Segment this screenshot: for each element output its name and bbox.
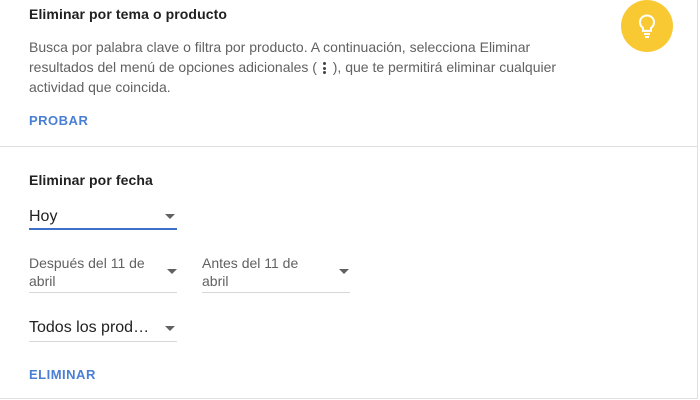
delete-by-topic-section: Eliminar por tema o producto Busca por p… <box>0 0 697 147</box>
before-date-value: Antes del 11 de abril <box>202 255 299 289</box>
after-date-select[interactable]: Después del 11 de abril <box>29 254 177 293</box>
product-select[interactable]: Todos los prod… <box>29 317 177 342</box>
chevron-down-icon <box>165 214 175 219</box>
chevron-down-icon <box>165 326 175 331</box>
try-button[interactable]: PROBAR <box>29 113 88 128</box>
date-range-value: Hoy <box>29 208 58 225</box>
delete-by-topic-description: Busca por palabra clave o filtra por pro… <box>29 37 589 97</box>
after-date-value: Después del 11 de abril <box>29 255 145 289</box>
date-range-select[interactable]: Hoy <box>29 206 177 230</box>
lightbulb-icon <box>621 0 673 52</box>
delete-button[interactable]: ELIMINAR <box>29 367 96 382</box>
more-vert-icon <box>322 61 327 76</box>
delete-by-topic-title: Eliminar por tema o producto <box>29 6 228 22</box>
chevron-down-icon <box>339 269 349 274</box>
delete-by-date-title: Eliminar por fecha <box>29 172 153 188</box>
product-value: Todos los prod… <box>29 319 150 336</box>
chevron-down-icon <box>167 269 177 274</box>
before-date-select[interactable]: Antes del 11 de abril <box>202 254 350 293</box>
delete-activity-card: Eliminar por tema o producto Busca por p… <box>0 0 698 399</box>
